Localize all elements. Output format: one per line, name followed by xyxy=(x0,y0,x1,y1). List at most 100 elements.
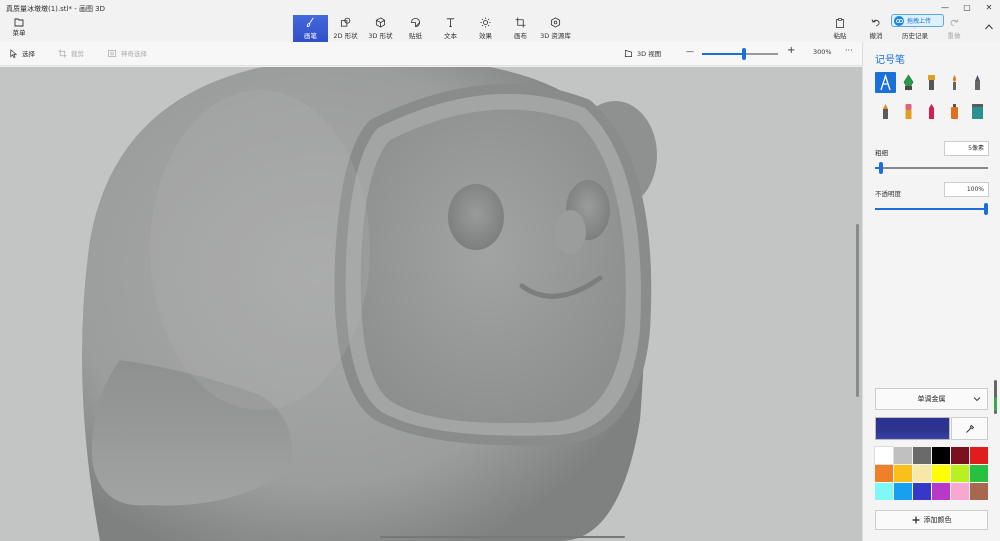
color-swatch[interactable] xyxy=(894,447,912,464)
brush-icon xyxy=(306,17,314,28)
calligraphy-pen-icon xyxy=(903,74,914,91)
panel-title: 记号笔 xyxy=(875,55,905,66)
crop-label: 裁剪 xyxy=(71,50,84,58)
color-swatch[interactable] xyxy=(970,465,988,482)
thickness-thumb[interactable] xyxy=(878,162,883,174)
eraser-icon xyxy=(905,104,912,119)
undo-button[interactable]: 撤消 xyxy=(858,15,894,42)
color-swatch[interactable] xyxy=(951,447,969,464)
color-swatch[interactable] xyxy=(913,483,931,500)
magic-select-icon xyxy=(108,49,117,57)
brush-panel: 记号笔 粗细 5像素 不透明度 100% 单调金属 添加颜色 xyxy=(862,42,1000,541)
color-swatch[interactable] xyxy=(913,447,931,464)
watercolor-icon xyxy=(953,75,956,90)
redo-label: 重做 xyxy=(947,31,961,40)
color-palette xyxy=(874,446,989,501)
tab-stickers[interactable]: 贴纸 xyxy=(398,15,433,42)
eyedropper-button[interactable] xyxy=(951,417,988,440)
model-highlight xyxy=(150,90,370,410)
more-options-button[interactable]: ··· xyxy=(845,46,853,55)
window-controls: — ▢ ✕ xyxy=(934,0,1000,15)
zoom-thumb[interactable] xyxy=(741,48,746,60)
thickness-input[interactable]: 5像素 xyxy=(944,141,989,156)
brush-calligraphy-pen[interactable] xyxy=(898,72,919,93)
undo-label: 撤消 xyxy=(869,31,883,40)
current-color-swatch[interactable] xyxy=(875,417,950,440)
history-label: 历史记录 xyxy=(902,31,928,40)
thickness-slider[interactable] xyxy=(875,162,988,174)
color-swatch[interactable] xyxy=(932,483,950,500)
color-swatch[interactable] xyxy=(970,447,988,464)
brush-eraser[interactable] xyxy=(898,101,919,122)
minimize-button[interactable]: — xyxy=(934,0,956,15)
brush-spray-can[interactable] xyxy=(944,101,965,122)
opacity-label: 不透明度 xyxy=(875,190,901,198)
marker-icon xyxy=(880,74,891,91)
color-swatch[interactable] xyxy=(951,465,969,482)
color-swatch[interactable] xyxy=(875,465,893,482)
select-button[interactable]: 选择 xyxy=(9,48,35,58)
color-swatch[interactable] xyxy=(894,483,912,500)
shapes2d-icon xyxy=(340,17,351,27)
maximize-button[interactable]: ▢ xyxy=(956,0,978,15)
panel-scroll-indicator xyxy=(994,397,997,411)
opacity-input[interactable]: 100% xyxy=(944,182,989,197)
opacity-thumb[interactable] xyxy=(984,203,988,215)
magic-select-button[interactable]: 神奇选择 xyxy=(108,48,147,58)
model-left-eye xyxy=(448,184,504,250)
tab-effects[interactable]: 效果 xyxy=(468,15,503,42)
canvas-horizontal-scrollbar[interactable] xyxy=(380,536,625,538)
zoom-fill xyxy=(702,53,744,55)
color-swatch[interactable] xyxy=(874,446,894,465)
finish-value: 单调金属 xyxy=(917,395,946,403)
brush-oil[interactable] xyxy=(921,72,942,93)
canvas-vertical-scrollbar[interactable] xyxy=(856,224,859,397)
finish-dropdown[interactable]: 单调金属 xyxy=(875,388,988,410)
paste-button[interactable]: 粘贴 xyxy=(822,15,858,42)
chevron-up-icon[interactable] xyxy=(984,22,994,32)
brush-pixel-pen[interactable] xyxy=(967,72,988,93)
color-swatch[interactable] xyxy=(894,465,912,482)
tab-brushes[interactable]: 画笔 xyxy=(293,15,328,42)
brush-fill[interactable] xyxy=(967,101,988,122)
ribbon: 真质量冰墩墩(1).stl* - 画图 3D 菜单 画笔 2D 形状 3D 形状… xyxy=(0,0,1000,42)
tab-library[interactable]: 3D 资源库 xyxy=(538,15,573,42)
color-swatch[interactable] xyxy=(932,447,950,464)
tab-label: 3D 形状 xyxy=(368,32,393,40)
crop-button[interactable]: 裁剪 xyxy=(58,48,84,58)
tab-canvas[interactable]: 画布 xyxy=(503,15,538,42)
menu-button[interactable]: 菜单 xyxy=(6,18,32,40)
view3d-toggle[interactable]: 3D 视图 xyxy=(624,48,661,58)
model-face xyxy=(360,109,626,424)
color-swatch[interactable] xyxy=(932,465,950,482)
opacity-slider[interactable] xyxy=(875,203,988,215)
upload-pill[interactable]: 拖拽上传 xyxy=(891,14,944,27)
cursor-icon xyxy=(10,48,18,58)
pixel-pen-icon xyxy=(975,75,980,90)
sub-toolbar: 选择 裁剪 神奇选择 3D 视图 — + 300% ··· xyxy=(0,42,862,66)
chevron-down-icon xyxy=(973,397,981,402)
color-swatch[interactable] xyxy=(913,465,931,482)
brush-pencil[interactable] xyxy=(875,101,896,122)
zoom-out-button[interactable]: — xyxy=(686,47,694,56)
zoom-value: 300% xyxy=(813,48,832,56)
add-color-button[interactable]: 添加颜色 xyxy=(875,510,988,530)
tab-shapes3d[interactable]: 3D 形状 xyxy=(363,15,398,42)
canvas[interactable] xyxy=(0,67,862,541)
brush-crayon[interactable] xyxy=(921,101,942,122)
crop-icon xyxy=(515,17,526,28)
tab-text[interactable]: 文本 xyxy=(433,15,468,42)
tab-shapes2d[interactable]: 2D 形状 xyxy=(328,15,363,42)
zoom-in-button[interactable]: + xyxy=(787,45,795,56)
color-swatch[interactable] xyxy=(875,483,893,500)
close-button[interactable]: ✕ xyxy=(978,0,1000,15)
zoom-slider[interactable] xyxy=(702,48,778,60)
brush-grid xyxy=(875,72,991,122)
color-swatch[interactable] xyxy=(970,483,988,500)
tab-label: 效果 xyxy=(479,32,492,40)
color-swatch[interactable] xyxy=(951,483,969,500)
brush-marker[interactable] xyxy=(875,72,896,93)
tool-tabs: 画笔 2D 形状 3D 形状 贴纸 文本 效果 画布 3D 资源库 xyxy=(293,15,573,42)
brush-watercolor[interactable] xyxy=(944,72,965,93)
undo-icon xyxy=(871,18,880,26)
